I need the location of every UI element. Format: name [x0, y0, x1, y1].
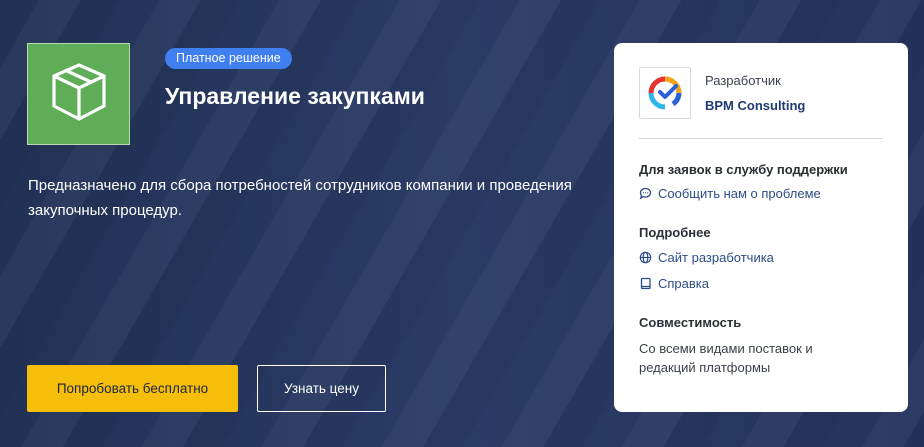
- globe-icon: [639, 251, 652, 264]
- developer-name[interactable]: BPM Consulting: [705, 98, 805, 113]
- compat-section-title: Совместимость: [639, 315, 742, 330]
- report-problem-label: Сообщить нам о проблеме: [658, 186, 821, 201]
- developer-site-link[interactable]: Сайт разработчика: [639, 250, 774, 265]
- product-description: Предназначено для сбора потребностей сот…: [28, 177, 572, 219]
- book-icon: [639, 277, 652, 290]
- product-logo: [27, 43, 130, 145]
- compat-text: Со всеми видами поставок и редакций плат…: [639, 341, 813, 375]
- developer-site-label: Сайт разработчика: [658, 250, 774, 265]
- try-free-button[interactable]: Попробовать бесплатно: [27, 365, 238, 412]
- developer-label: Разработчик: [705, 73, 781, 88]
- help-label: Справка: [658, 276, 709, 291]
- chat-bubble-icon: [639, 187, 652, 200]
- product-title: Управление закупками: [165, 83, 425, 109]
- report-problem-link[interactable]: Сообщить нам о проблеме: [639, 186, 821, 201]
- divider: [639, 138, 883, 139]
- developer-card: Разработчик BPM Consulting Для заявок в …: [614, 43, 908, 412]
- developer-logo: [639, 67, 691, 119]
- support-section-title: Для заявок в службу поддержки: [639, 162, 848, 177]
- more-section-title: Подробнее: [639, 225, 711, 240]
- help-link[interactable]: Справка: [639, 276, 709, 291]
- get-price-button[interactable]: Узнать цену: [257, 365, 386, 412]
- paid-solution-badge: Платное решение: [165, 48, 292, 69]
- box-icon: [46, 59, 112, 130]
